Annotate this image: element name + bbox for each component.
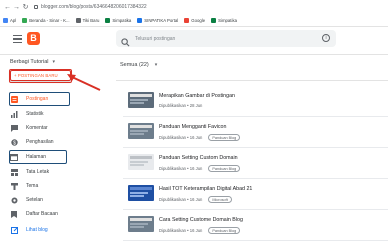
google-icon	[184, 17, 190, 23]
stats-icon	[10, 110, 18, 118]
sidebar-item-label: Tema	[26, 183, 39, 189]
post-thumbnail	[128, 92, 154, 108]
layout-icon	[10, 168, 18, 176]
theme-icon	[10, 182, 18, 190]
post-thumbnail	[128, 216, 154, 232]
sidebar-item-theme[interactable]: Tema	[10, 180, 38, 192]
sidebar-item-layout[interactable]: Tata Letak	[10, 166, 49, 178]
label-chip[interactable]: Panduan Blog	[208, 227, 241, 234]
post-status: Dipublikasikan • 16 Jun	[159, 135, 203, 140]
post-row[interactable]: Merapikan Gambar di Postingan Dipublikas…	[123, 86, 388, 117]
bookmarks-bar: Apl Beranda - Sinar - K... Tiki Baru Sim…	[0, 14, 388, 26]
blog-selector[interactable]: Berbagi Tutorial ▾	[10, 59, 55, 65]
post-title[interactable]: Panduan Setting Custom Domain	[159, 155, 238, 161]
sidebar-item-settings[interactable]: Setelan	[10, 194, 43, 206]
info-icon[interactable]: i	[322, 34, 330, 42]
url-text: blogger.com/blog/posts/63466482060173843…	[41, 4, 147, 10]
sidebar-item-label: Tata Letak	[26, 169, 50, 175]
filter-label: Semua (22)	[120, 62, 149, 68]
post-status: Dipublikasikan • 16 Jun	[159, 228, 203, 233]
blogger-logo-icon[interactable]: B	[27, 32, 40, 45]
sidebar-item-reading-list[interactable]: Daftar Bacaan	[10, 208, 58, 220]
site-favicon-icon	[137, 17, 143, 23]
post-row[interactable]: Cara Setting Custome Domain Blog Dipubli…	[123, 210, 388, 241]
menu-icon[interactable]	[13, 35, 22, 43]
lock-icon	[34, 5, 38, 9]
post-thumbnail	[128, 185, 154, 201]
post-status: Dipublikasikan • 16 Jun	[159, 166, 203, 171]
sidebar-item-label: Penghasilan	[26, 139, 54, 145]
post-meta: Dipublikasikan • 16 Jun Panduan Blog	[159, 227, 241, 234]
label-chip[interactable]: Panduan Blog	[208, 165, 241, 172]
post-meta: Dipublikasikan • 16 Jun Microsoft	[159, 196, 232, 203]
apps-icon	[3, 17, 8, 23]
bookmark-icon	[10, 210, 18, 218]
sidebar-item-view-blog[interactable]: Lihat blog	[10, 224, 48, 236]
comments-icon	[10, 124, 18, 132]
site-favicon-icon	[22, 17, 28, 23]
gear-icon	[10, 197, 18, 204]
bookmark-item[interactable]: SINPATIKA Portal	[137, 17, 178, 23]
post-row[interactable]: Hasil TOT Keterampilan Digital Abad 21 D…	[123, 179, 388, 210]
post-title[interactable]: Merapikan Gambar di Postingan	[159, 93, 235, 99]
label-chip[interactable]: Microsoft	[208, 196, 232, 203]
svg-text:$: $	[13, 140, 16, 146]
address-bar[interactable]: blogger.com/blog/posts/63466482060173843…	[34, 4, 147, 10]
site-favicon-icon	[211, 17, 217, 23]
chevron-down-icon: ▾	[52, 59, 56, 65]
post-status: Dipublikasikan • 28 Jun	[159, 103, 203, 108]
bookmark-item[interactable]: Simpatika	[105, 17, 131, 23]
post-row[interactable]: Panduan Setting Custom Domain Dipublikas…	[123, 148, 388, 179]
reload-icon[interactable]: ↻	[21, 3, 30, 11]
bookmark-item[interactable]: Tiki Baru	[75, 17, 99, 23]
post-title[interactable]: Hasil TOT Keterampilan Digital Abad 21	[159, 186, 252, 192]
bookmark-item[interactable]: Simpatika	[211, 17, 237, 23]
search-bar[interactable]: i	[116, 30, 336, 47]
highlight-box-new-post	[9, 69, 72, 83]
label-chip[interactable]: Panduan Blog	[208, 134, 241, 141]
post-title[interactable]: Cara Setting Custome Domain Blog	[159, 217, 243, 223]
sidebar-item-label: Setelan	[26, 197, 43, 203]
search-input[interactable]	[135, 35, 305, 42]
post-thumbnail	[128, 154, 154, 170]
highlight-box-pages	[9, 150, 67, 164]
site-favicon-icon	[75, 17, 81, 23]
bookmark-item[interactable]: Beranda - Sinar - K...	[22, 17, 70, 23]
app-header: B i	[0, 27, 388, 55]
post-row[interactable]: Panduan Mengganti Favicon Dipublikasikan…	[123, 117, 388, 148]
post-meta: Dipublikasikan • 16 Jun Panduan Blog	[159, 134, 241, 141]
sidebar-item-comments[interactable]: Komentar	[10, 122, 48, 134]
back-icon[interactable]: ←	[3, 4, 12, 11]
bookmark-item[interactable]: Google	[184, 17, 205, 23]
sidebar-item-label: Daftar Bacaan	[26, 211, 58, 217]
sidebar-item-label: Komentar	[26, 125, 48, 131]
chevron-down-icon: ▾	[154, 62, 158, 68]
highlight-box-posts	[9, 92, 70, 106]
search-icon	[121, 34, 131, 46]
divider	[116, 80, 388, 81]
post-meta: Dipublikasikan • 28 Jun	[159, 103, 202, 108]
bookmark-item[interactable]: Apl	[3, 17, 16, 23]
earnings-icon: $	[10, 138, 18, 146]
sidebar-item-earnings[interactable]: $ Penghasilan	[10, 136, 54, 148]
open-external-icon	[10, 226, 18, 234]
sidebar-item-label: Lihat blog	[26, 227, 48, 233]
post-status: Dipublikasikan • 16 Jun	[159, 197, 203, 202]
post-thumbnail	[128, 123, 154, 139]
post-meta: Dipublikasikan • 16 Jun Panduan Blog	[159, 165, 241, 172]
sidebar-item-stats[interactable]: Statistik	[10, 108, 44, 120]
sidebar-item-label: Statistik	[26, 111, 44, 117]
blog-name: Berbagi Tutorial	[10, 59, 49, 65]
site-favicon-icon	[105, 17, 111, 23]
post-filter-dropdown[interactable]: Semua (22) ▾	[120, 62, 157, 68]
forward-icon[interactable]: →	[12, 4, 21, 11]
browser-toolbar: ← → ↻ blogger.com/blog/posts/63466482060…	[0, 0, 388, 14]
post-title[interactable]: Panduan Mengganti Favicon	[159, 124, 226, 130]
